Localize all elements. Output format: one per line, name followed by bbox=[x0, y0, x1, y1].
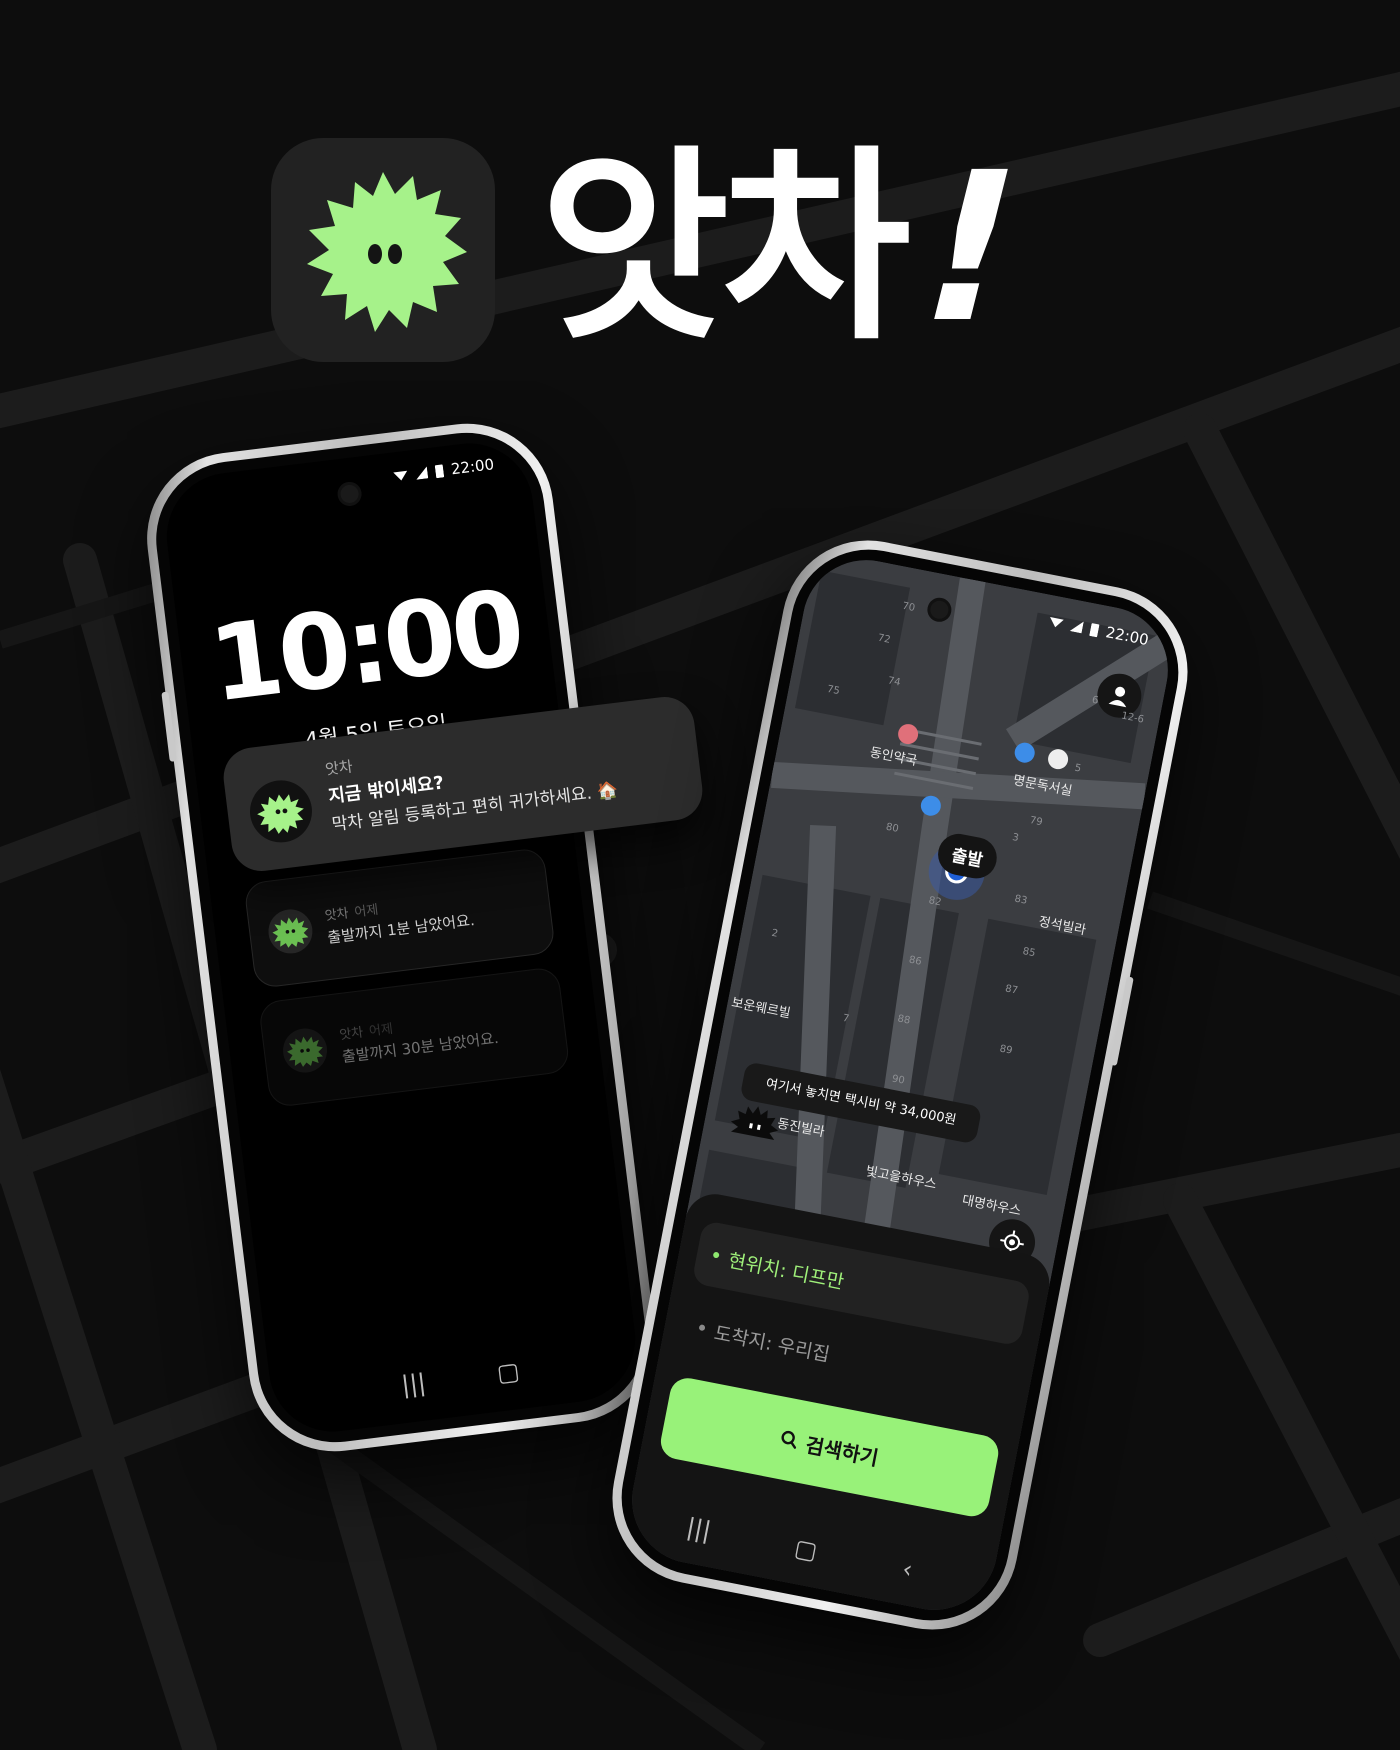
cellular-icon bbox=[1069, 621, 1084, 634]
destination-text: 도착지: 우리집 bbox=[712, 1322, 832, 1367]
home-icon[interactable]: ▢ bbox=[792, 1534, 820, 1566]
mascot-icon bbox=[246, 776, 316, 846]
mascot-icon bbox=[265, 906, 315, 956]
wifi-icon bbox=[1049, 616, 1064, 628]
search-button-label: 검색하기 bbox=[803, 1432, 881, 1470]
status-time: 22:00 bbox=[1104, 623, 1151, 650]
notification-when: 어제 bbox=[368, 1021, 394, 1040]
mascot-icon bbox=[280, 1026, 330, 1076]
app-icon bbox=[271, 138, 495, 362]
mascot-icon bbox=[307, 172, 467, 332]
recent-apps-icon[interactable]: ||| bbox=[400, 1368, 427, 1399]
notification-when: 어제 bbox=[353, 902, 380, 921]
battery-icon bbox=[434, 464, 444, 479]
building-number: 70 bbox=[901, 600, 916, 614]
building-number: 80 bbox=[884, 821, 900, 835]
building-number: 72 bbox=[876, 632, 892, 646]
route-sheet: 현위치: 디프만 도착지: 우리집 검색하기 ||| ▢ ‹ bbox=[621, 1189, 1055, 1621]
notification-app: 앗차 어제 bbox=[338, 1018, 394, 1043]
bullet-dot bbox=[698, 1324, 706, 1332]
building-number: 87 bbox=[1004, 983, 1019, 997]
home-icon[interactable]: ▢ bbox=[495, 1357, 521, 1388]
battery-icon bbox=[1089, 623, 1100, 638]
notification-app-name: 앗차 bbox=[323, 906, 350, 925]
search-icon bbox=[781, 1430, 797, 1449]
building-number: 89 bbox=[998, 1043, 1014, 1057]
status-time: 22:00 bbox=[449, 455, 496, 479]
notification-card[interactable]: 앗차 어제 출발까지 1분 남았어요. bbox=[243, 847, 556, 990]
wifi-icon bbox=[393, 470, 407, 481]
notification-app: 앗차 어제 bbox=[323, 899, 379, 924]
status-bar: 22:00 bbox=[392, 452, 495, 488]
building-number: 85 bbox=[1021, 946, 1037, 960]
building-number: 86 bbox=[907, 954, 923, 968]
building-number: 74 bbox=[886, 675, 902, 689]
front-camera bbox=[336, 480, 363, 508]
back-icon[interactable]: ‹ bbox=[900, 1555, 915, 1584]
current-location-text: 현위치: 디프만 bbox=[726, 1249, 846, 1294]
cellular-icon bbox=[416, 466, 429, 480]
notification-app-name: 앗차 bbox=[338, 1025, 365, 1044]
building-number: 90 bbox=[890, 1073, 906, 1087]
building-number: 75 bbox=[826, 683, 841, 698]
building-number: 83 bbox=[1013, 893, 1029, 907]
hero-title-text: 앗차 bbox=[540, 128, 911, 368]
building-number: 88 bbox=[896, 1013, 912, 1027]
recent-apps-icon[interactable]: ||| bbox=[684, 1513, 713, 1545]
profile-icon bbox=[1108, 686, 1127, 708]
notification-card[interactable]: 앗차 어제 출발까지 30분 남았어요. bbox=[257, 966, 571, 1109]
notification-app-name: 앗차 bbox=[324, 757, 354, 779]
hero-title: 앗차! bbox=[540, 128, 1039, 368]
bullet-dot bbox=[712, 1251, 720, 1259]
building-number: 82 bbox=[927, 895, 943, 909]
building-number: 79 bbox=[1028, 815, 1044, 829]
